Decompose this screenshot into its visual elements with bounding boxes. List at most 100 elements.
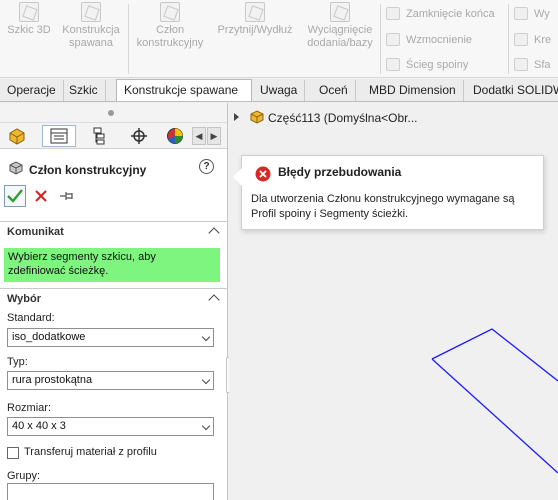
type-label: Typ:: [7, 356, 28, 368]
gusset-label: Wzmocnienie: [406, 34, 473, 46]
tab-mbd-dimension[interactable]: MBD Dimension: [362, 80, 464, 101]
display-manager-icon: [167, 128, 183, 144]
weldment-button[interactable]: Konstrukcja spawana: [58, 2, 124, 50]
type-value: rura prostokątna: [12, 374, 93, 386]
weldment-label: Konstrukcja spawana: [62, 24, 120, 49]
chevron-down-icon: [201, 421, 211, 431]
ribbon-separator: [380, 4, 381, 74]
command-manager-tabs: Operacje Szkic Konstrukcje spawane Uwaga…: [0, 79, 558, 102]
sketch-3d-label: Szkic 3D: [7, 24, 51, 36]
checkmark-icon: [7, 189, 23, 203]
ribbon-cut-item-1[interactable]: Wy: [514, 7, 550, 21]
close-icon: [35, 190, 47, 202]
featuremanager-icon: [9, 128, 25, 145]
property-manager-title: Człon konstrukcyjny: [8, 160, 146, 177]
tab-szkic[interactable]: Szkic: [62, 80, 106, 101]
rebuild-errors-tooltip: Błędy przebudowania Dla utworzenia Człon…: [233, 155, 544, 230]
extruded-boss-label: Wyciągnięcie dodania/bazy: [307, 24, 373, 49]
transfer-material-label: Transferuj materiał z profilu: [24, 446, 157, 458]
chevron-up-icon: [208, 227, 220, 239]
ribbon-cut-item-3[interactable]: Sfa: [514, 58, 551, 72]
groups-list[interactable]: [7, 483, 214, 500]
type-select[interactable]: rura prostokątna: [7, 371, 214, 390]
cancel-button[interactable]: [30, 185, 52, 207]
extruded-boss-button[interactable]: Wyciągnięcie dodania/bazy: [302, 2, 378, 50]
featuremanager-tab[interactable]: [0, 125, 34, 147]
ok-button[interactable]: [4, 185, 26, 207]
propertymanager-tab[interactable]: [42, 125, 76, 147]
property-manager-title-text: Człon konstrukcyjny: [29, 163, 147, 177]
transfer-material-checkbox[interactable]: [7, 447, 19, 459]
tooltip-body: Dla utworzenia Członu konstrukcyjnego wy…: [251, 193, 515, 220]
ribbon-separator: [508, 4, 509, 74]
dimxpert-icon: [131, 128, 147, 144]
configurationmanager-tab[interactable]: [82, 125, 116, 147]
cut-item-icon: [514, 7, 528, 20]
sketch-3d-icon: [19, 2, 39, 22]
tab-dodatki-solidworks[interactable]: Dodatki SOLIDWORKS: [466, 80, 558, 101]
cut-item-label: Sfa: [534, 59, 551, 71]
weldment-icon: [81, 2, 101, 22]
gusset-icon: [386, 33, 400, 46]
chevron-down-icon: [201, 332, 211, 342]
selection-section-header[interactable]: Wybór: [0, 288, 227, 310]
ribbon-separator: [128, 4, 129, 74]
cut-item-label: Wy: [534, 8, 550, 20]
tab-ocen[interactable]: Oceń: [312, 80, 356, 101]
sketch-line: [431, 328, 558, 382]
trim-extend-icon: [245, 2, 265, 22]
dimxpert-tab[interactable]: [122, 125, 156, 147]
ribbon-cut-item-2[interactable]: Kre: [514, 33, 551, 47]
sketch-3d-button[interactable]: Szkic 3D: [2, 2, 56, 37]
cut-item-label: Kre: [534, 34, 552, 46]
end-cap-button[interactable]: Zamknięcie końca: [386, 7, 495, 21]
sketch-line: [431, 358, 558, 474]
end-cap-label: Zamknięcie końca: [406, 8, 495, 20]
pushpin-button[interactable]: [56, 185, 78, 207]
trim-extend-label: Przytnij/Wydłuż: [217, 24, 293, 36]
command-manager-ribbon: Szkic 3D Konstrukcja spawana Człon konst…: [0, 0, 558, 78]
selection-section-title: Wybór: [7, 293, 42, 305]
chevron-down-icon: [201, 375, 211, 385]
tab-operacje[interactable]: Operacje: [0, 80, 64, 101]
manager-tabs: ◀ ▶: [0, 123, 227, 149]
weld-bead-icon: [386, 58, 400, 71]
structural-member-icon: [160, 2, 180, 22]
structural-member-icon: [9, 161, 23, 175]
message-text: Wybierz segmenty szkicu, aby zdefiniować…: [4, 248, 220, 282]
size-value: 40 x 40 x 3: [12, 420, 66, 432]
structural-member-label: Człon konstrukcyjny: [136, 24, 204, 49]
cut-item-icon: [514, 33, 528, 46]
gripper-dot: [108, 110, 114, 116]
tab-uwaga[interactable]: Uwaga: [253, 80, 306, 101]
standard-label: Standard:: [7, 312, 55, 324]
cut-item-icon: [514, 58, 528, 71]
help-button[interactable]: ?: [199, 159, 214, 174]
weld-bead-label: Ścieg spoiny: [406, 59, 469, 71]
size-label: Rozmiar:: [7, 402, 52, 414]
message-section-header[interactable]: Komunikat: [0, 221, 227, 243]
pushpin-icon: [60, 192, 73, 200]
display-manager-tab[interactable]: [160, 125, 190, 147]
message-section-title: Komunikat: [7, 226, 64, 238]
tooltip-pointer: [233, 168, 242, 186]
propertymanager-icon: [50, 128, 68, 144]
panel-gripper[interactable]: [0, 103, 227, 123]
standard-value: iso_dodatkowe: [12, 331, 86, 343]
tooltip-title: Błędy przebudowania: [278, 165, 402, 179]
tabs-scroll-left-button[interactable]: ◀: [192, 127, 206, 145]
configurationmanager-icon: [93, 127, 105, 145]
gusset-button[interactable]: Wzmocnienie: [386, 33, 472, 47]
weld-bead-button[interactable]: Ścieg spoiny: [386, 58, 468, 72]
standard-select[interactable]: iso_dodatkowe: [7, 328, 214, 347]
structural-member-button[interactable]: Człon konstrukcyjny: [132, 2, 208, 50]
tabs-scroll-right-button[interactable]: ▶: [207, 127, 221, 145]
error-icon: [255, 166, 271, 182]
end-cap-icon: [386, 7, 400, 20]
groups-label: Grupy:: [7, 470, 41, 482]
property-manager-panel: ◀ ▶ Człon konstrukcyjny ? Komunikat Wybi…: [0, 103, 228, 500]
extruded-boss-icon: [330, 2, 350, 22]
tab-konstrukcje-spawane[interactable]: Konstrukcje spawane: [116, 79, 252, 101]
size-select[interactable]: 40 x 40 x 3: [7, 417, 214, 436]
trim-extend-button[interactable]: Przytnij/Wydłuż: [210, 2, 300, 37]
